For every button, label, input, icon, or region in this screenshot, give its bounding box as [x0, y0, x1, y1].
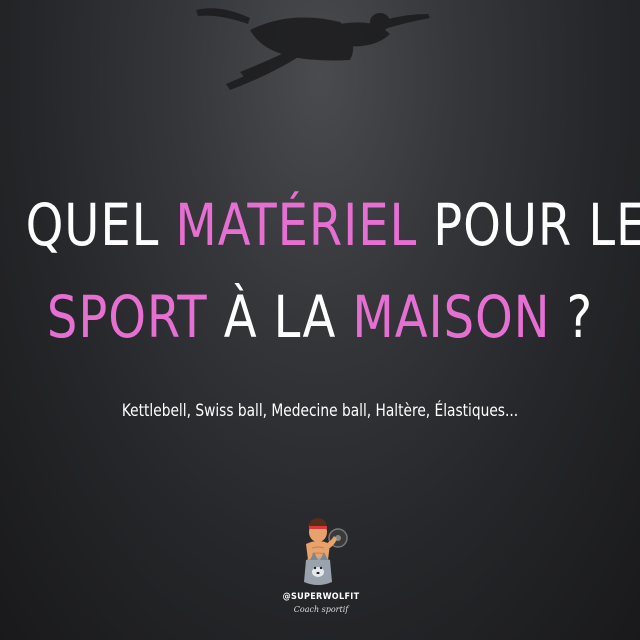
headline-word-pour-le: POUR LE	[417, 191, 640, 259]
equipment-subtitle: Kettlebell, Swiss ball, Medecine ball, H…	[121, 401, 519, 421]
logo-handle: @SUPERWOLFIT	[282, 592, 360, 602]
headline-question-mark: ?	[550, 283, 594, 351]
headline-line-2: SPORT À LA MAISON ?	[26, 288, 615, 346]
headline-word-a-la: À LA	[207, 283, 353, 351]
headline-word-maison: MAISON	[352, 283, 551, 351]
headline-word-sport: SPORT	[46, 283, 208, 351]
headline-line-1: QUEL MATÉRIEL POUR LE	[26, 196, 640, 254]
superwolfit-logo: @SUPERWOLFIT Coach sportif	[278, 516, 364, 624]
logo-tagline: Coach sportif	[293, 605, 349, 614]
poster: QUEL MATÉRIEL POUR LE SPORT À LA MAISON …	[0, 0, 640, 640]
headline-word-materiel: MATÉRIEL	[175, 191, 418, 259]
headline-word-quel: QUEL	[25, 191, 176, 259]
flying-hero-silhouette	[196, 8, 430, 90]
wolf-mascot-icon	[304, 518, 348, 585]
